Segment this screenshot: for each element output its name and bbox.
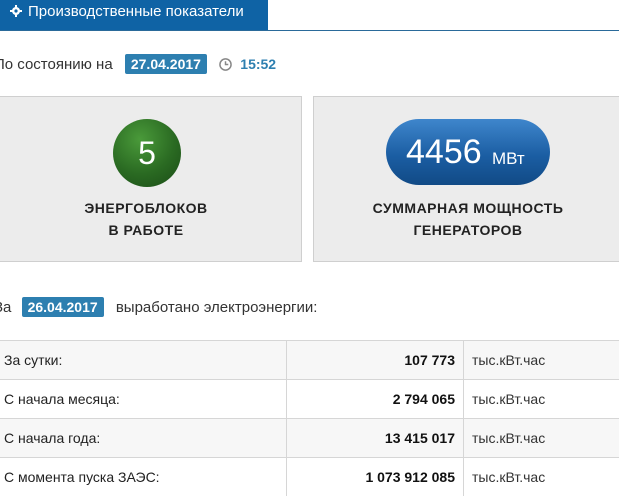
row-value: 13 415 017 <box>287 419 464 458</box>
row-label: С момента пуска ЗАЭС: <box>0 458 287 496</box>
power-pill: 4456 МВт <box>386 119 550 185</box>
power-card: 4456 МВт СУММАРНАЯ МОЩНОСТЬ ГЕНЕРАТОРОВ <box>313 96 619 262</box>
table-row: С начала года: 13 415 017 тыс.кВт.час <box>0 419 619 458</box>
produced-prefix: За <box>0 299 11 316</box>
status-line: По состоянию на 27.04.2017 15:52 <box>0 54 276 74</box>
units-label-line2: В РАБОТЕ <box>0 219 301 241</box>
power-label-line1: СУММАРНАЯ МОЩНОСТЬ <box>314 197 619 219</box>
status-date-badge: 27.04.2017 <box>125 54 207 74</box>
row-unit: тыс.кВт.час <box>464 341 619 380</box>
units-count: 5 <box>138 135 156 171</box>
table-row: За сутки: 107 773 тыс.кВт.час <box>0 341 619 380</box>
produced-date-badge: 26.04.2017 <box>22 297 104 317</box>
tab-production-indicators[interactable]: Производственные показатели <box>0 0 268 30</box>
gear-icon <box>10 5 22 17</box>
table-row: С момента пуска ЗАЭС: 1 073 912 085 тыс.… <box>0 458 619 496</box>
status-label: По состоянию на <box>0 56 113 73</box>
power-label-line2: ГЕНЕРАТОРОВ <box>314 219 619 241</box>
power-unit: МВт <box>492 149 525 169</box>
row-label: С начала месяца: <box>0 380 287 419</box>
row-unit: тыс.кВт.час <box>464 419 619 458</box>
tab-bar: Производственные показатели <box>0 0 619 31</box>
units-label: ЭНЕРГОБЛОКОВ В РАБОТЕ <box>0 197 301 241</box>
produced-suffix: выработано электроэнергии: <box>116 299 318 316</box>
clock-icon <box>219 58 232 71</box>
row-label: За сутки: <box>0 341 287 380</box>
production-table: За сутки: 107 773 тыс.кВт.час С начала м… <box>0 340 619 496</box>
table-row: С начала месяца: 2 794 065 тыс.кВт.час <box>0 380 619 419</box>
units-label-line1: ЭНЕРГОБЛОКОВ <box>0 197 301 219</box>
power-label: СУММАРНАЯ МОЩНОСТЬ ГЕНЕРАТОРОВ <box>314 197 619 241</box>
power-value: 4456 <box>406 133 482 172</box>
row-unit: тыс.кВт.час <box>464 458 619 496</box>
units-card: 5 ЭНЕРГОБЛОКОВ В РАБОТЕ <box>0 96 302 262</box>
row-value: 2 794 065 <box>287 380 464 419</box>
tab-label: Производственные показатели <box>28 3 244 20</box>
status-time: 15:52 <box>240 56 276 72</box>
row-label: С начала года: <box>0 419 287 458</box>
units-count-circle: 5 <box>113 119 181 187</box>
row-value: 1 073 912 085 <box>287 458 464 496</box>
row-unit: тыс.кВт.час <box>464 380 619 419</box>
produced-line: За 26.04.2017 выработано электроэнергии: <box>0 297 317 317</box>
row-value: 107 773 <box>287 341 464 380</box>
